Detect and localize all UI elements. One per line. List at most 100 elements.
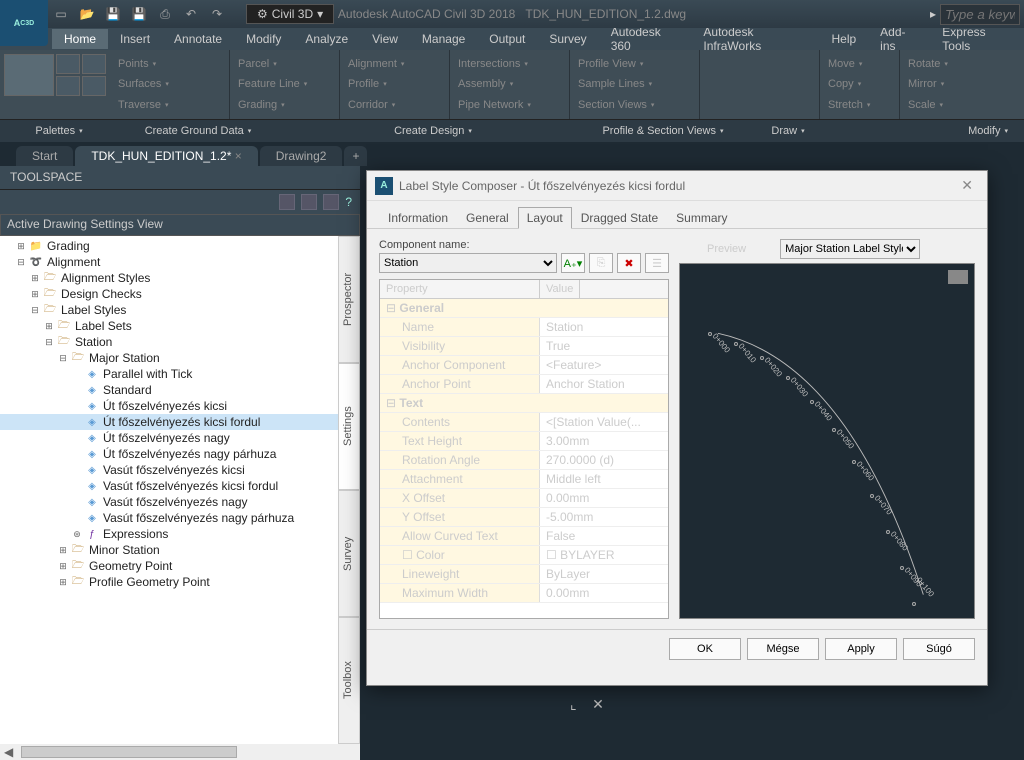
view-selector[interactable]: Active Drawing Settings View bbox=[0, 214, 360, 236]
side-tab-settings[interactable]: Settings bbox=[338, 363, 360, 490]
panel-profile-section[interactable]: Profile & Section Views bbox=[588, 125, 738, 137]
tab-insert[interactable]: Insert bbox=[108, 29, 162, 49]
palette-icon-3[interactable] bbox=[82, 54, 106, 74]
tree-style-vasut-nagy[interactable]: Vasút főszelvényezés nagy bbox=[103, 495, 248, 509]
val-yoffset[interactable]: -5.00mm bbox=[540, 508, 668, 526]
drawing-canvas[interactable]: ⌞ ✕ A Label Style Composer - Út főszelvé… bbox=[360, 166, 1024, 760]
val-color[interactable]: BYLAYER bbox=[540, 546, 668, 564]
traverse-button[interactable]: Traverse bbox=[114, 97, 225, 113]
tab-annotate[interactable]: Annotate bbox=[162, 29, 234, 49]
intersections-button[interactable]: Intersections bbox=[454, 56, 565, 72]
val-visibility[interactable]: True bbox=[540, 337, 668, 355]
tree-expressions[interactable]: Expressions bbox=[103, 527, 168, 541]
tab-output[interactable]: Output bbox=[477, 29, 537, 49]
tab-information[interactable]: Information bbox=[379, 207, 457, 228]
preview-style-select[interactable]: Major Station Label Style bbox=[780, 239, 920, 259]
mirror-button[interactable]: Mirror bbox=[904, 76, 976, 92]
palette-icon-4[interactable] bbox=[82, 76, 106, 96]
tree-alignment[interactable]: Alignment bbox=[47, 255, 100, 269]
panel-modify[interactable]: Modify bbox=[838, 125, 1024, 137]
app-icon[interactable]: AC3D bbox=[0, 0, 48, 46]
tree-profile-geometry-point[interactable]: Profile Geometry Point bbox=[89, 575, 210, 589]
new-icon[interactable]: ▭ bbox=[52, 5, 70, 23]
tree-style-vasut-kicsi[interactable]: Vasút főszelvényezés kicsi bbox=[103, 463, 245, 477]
tree-design-checks[interactable]: Design Checks bbox=[61, 287, 142, 301]
tab-analyze[interactable]: Analyze bbox=[293, 29, 360, 49]
side-tab-prospector[interactable]: Prospector bbox=[338, 236, 360, 363]
tree-major-station[interactable]: Major Station bbox=[89, 351, 160, 365]
samplelines-button[interactable]: Sample Lines bbox=[574, 76, 695, 92]
panel-palettes[interactable]: Palettes bbox=[0, 125, 118, 137]
points-button[interactable]: Points bbox=[114, 56, 225, 72]
tree-style-nagy-parhuza[interactable]: Út főszelvényezés nagy párhuza bbox=[103, 447, 276, 461]
doctab-start[interactable]: Start bbox=[16, 146, 73, 166]
redo-icon[interactable]: ↷ bbox=[208, 5, 226, 23]
tab-layout[interactable]: Layout bbox=[518, 207, 572, 229]
preview-canvas[interactable]: 0+000 0+010 0+020 0+030 0+040 0+050 0+06… bbox=[679, 263, 975, 619]
tab-view[interactable]: View bbox=[360, 29, 410, 49]
val-maxwidth[interactable]: 0.00mm bbox=[540, 584, 668, 602]
save-icon[interactable]: 💾 bbox=[104, 5, 122, 23]
palette-icon-1[interactable] bbox=[56, 54, 80, 74]
apply-button[interactable]: Apply bbox=[825, 638, 897, 660]
tab-help[interactable]: Help bbox=[819, 29, 868, 49]
tree-style-parallel[interactable]: Parallel with Tick bbox=[103, 367, 192, 381]
surfaces-button[interactable]: Surfaces bbox=[114, 76, 225, 92]
open-icon[interactable]: 📂 bbox=[78, 5, 96, 23]
assembly-button[interactable]: Assembly bbox=[454, 76, 565, 92]
search-input[interactable] bbox=[940, 4, 1020, 25]
tree-grading[interactable]: Grading bbox=[47, 239, 90, 253]
tree-label-sets[interactable]: Label Sets bbox=[75, 319, 132, 333]
sectionviews-button[interactable]: Section Views bbox=[574, 97, 695, 113]
tree-style-nagy[interactable]: Út főszelvényezés nagy bbox=[103, 431, 230, 445]
tree-style-kicsi-fordul[interactable]: Út főszelvényezés kicsi fordul bbox=[103, 415, 260, 429]
property-grid[interactable]: PropertyValue General NameStation Visibi… bbox=[379, 279, 669, 619]
copy-component-button[interactable]: ⎘ bbox=[589, 253, 613, 273]
featureline-button[interactable]: Feature Line bbox=[234, 76, 335, 92]
help-button[interactable]: Súgó bbox=[903, 638, 975, 660]
new-tab-button[interactable]: + bbox=[344, 146, 367, 166]
print-icon[interactable]: ⎙ bbox=[156, 5, 174, 23]
val-curved[interactable]: False bbox=[540, 527, 668, 545]
alignment-button[interactable]: Alignment bbox=[344, 56, 445, 72]
delete-component-button[interactable]: ✖ bbox=[617, 253, 641, 273]
ts-tool-icon-1[interactable] bbox=[279, 194, 295, 210]
val-anchor-comp[interactable]: <Feature> bbox=[540, 356, 668, 374]
val-text-height[interactable]: 3.00mm bbox=[540, 432, 668, 450]
val-name[interactable]: Station bbox=[540, 318, 668, 336]
panel-draw[interactable]: Draw bbox=[738, 125, 838, 137]
scale-button[interactable]: Scale bbox=[904, 97, 976, 113]
rotate-button[interactable]: Rotate bbox=[904, 56, 976, 72]
tab-manage[interactable]: Manage bbox=[410, 29, 477, 49]
component-name-select[interactable]: Station bbox=[379, 253, 557, 273]
side-tab-survey[interactable]: Survey bbox=[338, 490, 360, 617]
val-contents[interactable]: <[Station Value(... bbox=[540, 413, 668, 431]
panel-ground[interactable]: Create Ground Data bbox=[118, 125, 278, 137]
cat-text[interactable]: Text bbox=[380, 394, 668, 413]
tree-station[interactable]: Station bbox=[75, 335, 112, 349]
side-tab-toolbox[interactable]: Toolbox bbox=[338, 617, 360, 744]
infocenter-arrow-icon[interactable]: ▸ bbox=[930, 7, 936, 21]
profileview-button[interactable]: Profile View bbox=[574, 56, 695, 72]
pipenetwork-button[interactable]: Pipe Network bbox=[454, 97, 565, 113]
saveas-icon[interactable]: 💾 bbox=[130, 5, 148, 23]
add-component-button[interactable]: A₊▾ bbox=[561, 253, 585, 273]
settings-tree[interactable]: ⊞📁Grading ⊟➰Alignment ⊞🗁Alignment Styles… bbox=[0, 236, 338, 744]
doctab-drawing2[interactable]: Drawing2 bbox=[260, 146, 343, 166]
tree-style-kicsi[interactable]: Út főszelvényezés kicsi bbox=[103, 399, 227, 413]
tree-hscroll[interactable]: ◀ bbox=[0, 744, 360, 760]
val-xoffset[interactable]: 0.00mm bbox=[540, 489, 668, 507]
tab-dragged[interactable]: Dragged State bbox=[572, 207, 667, 228]
toolspace-icon[interactable] bbox=[4, 54, 54, 96]
order-component-button[interactable]: ☰ bbox=[645, 253, 669, 273]
profile-button[interactable]: Profile bbox=[344, 76, 445, 92]
cat-general[interactable]: General bbox=[380, 299, 668, 318]
tree-label-styles[interactable]: Label Styles bbox=[61, 303, 126, 317]
tree-alignment-styles[interactable]: Alignment Styles bbox=[61, 271, 150, 285]
corridor-button[interactable]: Corridor bbox=[344, 97, 445, 113]
parcel-button[interactable]: Parcel bbox=[234, 56, 335, 72]
ok-button[interactable]: OK bbox=[669, 638, 741, 660]
panel-design[interactable]: Create Design bbox=[278, 125, 588, 137]
cancel-button[interactable]: Mégse bbox=[747, 638, 819, 660]
tab-survey[interactable]: Survey bbox=[537, 29, 598, 49]
